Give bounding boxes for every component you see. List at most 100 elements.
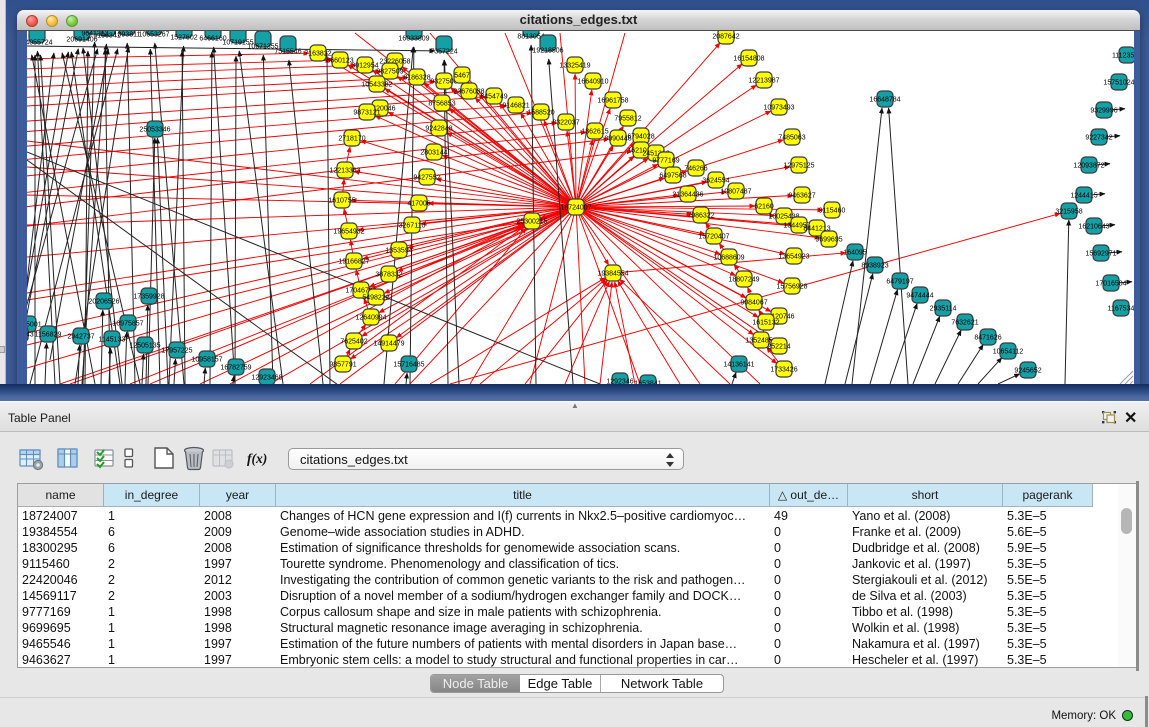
svg-text:6497568: 6497568: [659, 173, 686, 180]
svg-text:1156829: 1156829: [35, 332, 62, 339]
svg-text:9699695: 9699695: [815, 237, 842, 244]
svg-text:25053346: 25053346: [139, 127, 170, 134]
svg-text:12505135: 12505135: [129, 343, 160, 350]
svg-text:8454749: 8454749: [480, 94, 507, 101]
svg-text:10543382: 10543382: [361, 82, 392, 89]
svg-text:21364436: 21364436: [672, 192, 703, 199]
svg-text:19654932: 19654932: [333, 229, 364, 236]
svg-text:9084067: 9084067: [740, 300, 767, 307]
svg-text:15720407: 15720407: [698, 234, 729, 241]
svg-text:17957225: 17957225: [161, 348, 192, 355]
svg-text:3878332: 3878332: [375, 272, 402, 279]
svg-text:6794028: 6794028: [627, 134, 654, 141]
svg-text:9777169: 9777169: [652, 158, 679, 165]
svg-text:9146821: 9146821: [502, 103, 529, 110]
svg-text:3624554: 3624554: [702, 178, 729, 185]
svg-text:7515546: 7515546: [274, 49, 301, 56]
svg-text:9329996: 9329996: [1090, 108, 1117, 115]
svg-text:12213987: 12213987: [748, 78, 779, 85]
svg-text:16033809: 16033809: [398, 36, 429, 43]
svg-text:7632621: 7632621: [951, 320, 978, 327]
svg-text:5467: 5467: [454, 73, 470, 80]
svg-text:15692971: 15692971: [1085, 251, 1116, 258]
svg-text:11123544: 11123544: [1112, 53, 1134, 60]
svg-text:18807249: 18807249: [728, 277, 759, 284]
svg-text:1615132: 1615132: [752, 320, 779, 327]
svg-text:15751024: 15751024: [1103, 80, 1134, 87]
svg-text:25300215: 25300215: [516, 219, 547, 226]
svg-text:9474444: 9474444: [906, 293, 933, 300]
svg-text:16640910: 16640910: [577, 79, 608, 86]
svg-text:8660123: 8660123: [326, 58, 353, 65]
svg-text:3915343: 3915343: [27, 332, 34, 339]
svg-text:10654112: 10654112: [993, 349, 1024, 356]
svg-text:7163822: 7163822: [304, 51, 331, 58]
svg-text:9641213: 9641213: [81, 31, 108, 38]
svg-text:1362615: 1362615: [581, 129, 608, 136]
svg-text:1610755: 1610755: [328, 198, 355, 205]
svg-text:17016504: 17016504: [1095, 281, 1126, 288]
svg-text:9227342: 9227342: [1085, 135, 1112, 142]
svg-text:7986322: 7986322: [687, 213, 714, 220]
svg-text:9873121: 9873121: [353, 110, 380, 117]
svg-text:1527602: 1527602: [170, 35, 197, 42]
svg-text:8938923: 8938923: [861, 263, 888, 270]
svg-text:1733426: 1733426: [770, 367, 797, 374]
svg-text:4535001: 4535001: [27, 322, 42, 329]
svg-text:19218506: 19218506: [532, 48, 563, 55]
svg-text:2935114: 2935114: [930, 306, 957, 313]
svg-text:15716485: 15716485: [393, 362, 424, 369]
svg-text:17359928: 17359928: [133, 294, 164, 301]
svg-text:12213383: 12213383: [329, 168, 360, 175]
svg-text:16961758: 16961758: [597, 98, 628, 105]
svg-text:9857791: 9857791: [329, 362, 356, 369]
svg-text:16154808: 16154808: [733, 56, 764, 63]
svg-text:252214: 252214: [767, 344, 790, 351]
svg-text:7625402: 7625402: [340, 339, 367, 346]
svg-text:15756928: 15756928: [776, 284, 807, 291]
svg-text:14136141: 14136141: [723, 362, 754, 369]
svg-text:13654923: 13654923: [778, 254, 809, 261]
svg-text:8471626: 8471626: [974, 335, 1001, 342]
svg-text:12093872: 12093872: [1073, 163, 1104, 170]
svg-text:3267110: 3267110: [399, 223, 426, 230]
svg-text:2803144: 2803144: [420, 150, 447, 157]
svg-text:7485063: 7485063: [778, 135, 805, 142]
svg-text:2087642: 2087642: [712, 34, 739, 41]
svg-text:10688609: 10688609: [713, 255, 744, 262]
svg-text:13325419: 13325419: [559, 63, 590, 70]
svg-text:9427552: 9427552: [413, 175, 440, 182]
svg-text:10653267: 10653267: [138, 32, 169, 39]
svg-text:2718170: 2718170: [338, 136, 365, 143]
svg-text:12975125: 12975125: [783, 163, 814, 170]
svg-text:7955812: 7955812: [614, 116, 641, 123]
svg-text:f(x): f(x): [247, 451, 267, 466]
svg-text:9242848: 9242848: [425, 126, 452, 133]
svg-text:16210643: 16210643: [1078, 224, 1109, 231]
svg-text:10973493: 10973493: [763, 105, 794, 112]
svg-text:16782759: 16782759: [220, 365, 251, 372]
svg-text:3912954: 3912954: [351, 63, 378, 70]
svg-text:12640994: 12640994: [355, 315, 386, 322]
svg-text:3215958: 3215958: [1055, 209, 1082, 216]
svg-text:16648784: 16648784: [869, 97, 900, 104]
svg-text:14914479: 14914479: [373, 341, 404, 348]
svg-text:9827509: 9827509: [376, 69, 403, 76]
svg-text:1244415: 1244415: [1070, 193, 1097, 200]
svg-text:62160: 62160: [754, 204, 774, 211]
svg-text:8322037: 8322037: [552, 120, 579, 127]
svg-text:5498222: 5498222: [362, 295, 389, 302]
svg-text:6479197: 6479197: [886, 279, 913, 286]
svg-text:8756853: 8756853: [428, 101, 455, 108]
svg-text:1393811: 1393811: [114, 32, 141, 39]
svg-text:1588520: 1588520: [527, 110, 554, 117]
svg-text:19166827: 19166827: [338, 259, 369, 266]
svg-text:10958157: 10958157: [191, 357, 222, 364]
svg-text:1145133: 1145133: [99, 337, 126, 344]
svg-text:9463627: 9463627: [788, 193, 815, 200]
svg-text:746266: 746266: [684, 166, 707, 173]
svg-text:1167534: 1167534: [1108, 306, 1134, 313]
svg-text:20206526: 20206526: [88, 299, 119, 306]
svg-text:9245652: 9245652: [1014, 368, 1041, 375]
svg-text:164095: 164095: [843, 250, 866, 257]
